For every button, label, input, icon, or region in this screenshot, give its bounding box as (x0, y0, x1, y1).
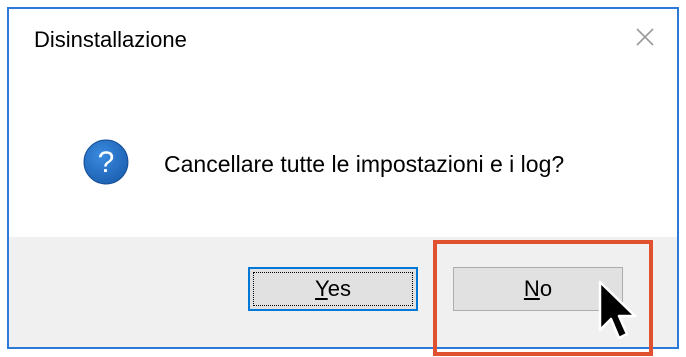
yes-button-label: Yes (315, 276, 351, 301)
dialog-body: ? Cancellare tutte le impostazioni e i l… (9, 65, 677, 237)
close-icon[interactable] (631, 23, 659, 51)
svg-text:?: ? (98, 146, 115, 179)
uninstall-dialog: Disinstallazione ? Cancellare tutte le i (7, 7, 679, 349)
question-icon: ? (82, 138, 130, 186)
dialog-title: Disinstallazione (34, 27, 187, 52)
title-bar: Disinstallazione (9, 9, 677, 65)
no-button[interactable]: No (453, 267, 623, 311)
no-button-label: No (523, 276, 553, 301)
dialog-message: Cancellare tutte le impostazioni e i log… (164, 151, 565, 177)
button-bar: Yes No (9, 237, 677, 347)
yes-button[interactable]: Yes (248, 267, 418, 311)
